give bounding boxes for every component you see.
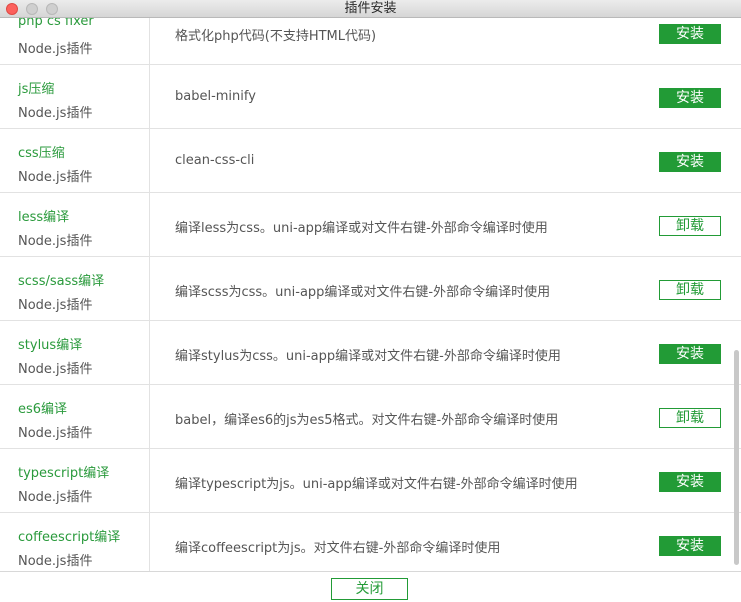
plugin-name: coffeescript编译 xyxy=(18,530,121,545)
plugin-type: Node.js插件 xyxy=(18,106,93,121)
window-titlebar: 插件安装 xyxy=(0,0,741,18)
install-button[interactable]: 安装 xyxy=(659,88,721,108)
plugin-type: Node.js插件 xyxy=(18,426,93,441)
plugin-name: es6编译 xyxy=(18,402,68,417)
plugin-info: css压缩 Node.js插件 xyxy=(0,129,150,193)
plugin-name: js压缩 xyxy=(18,82,55,97)
uninstall-button[interactable]: 卸载 xyxy=(659,408,721,428)
plugin-description: 编译typescript为js。uni-app编译或对文件右键-外部命令编译时使… xyxy=(175,477,578,492)
plugin-description: babel，编译es6的js为es5格式。对文件右键-外部命令编译时使用 xyxy=(175,413,559,428)
plugin-info: stylus编译 Node.js插件 xyxy=(0,321,150,385)
plugin-type: Node.js插件 xyxy=(18,42,93,57)
plugin-type: Node.js插件 xyxy=(18,490,93,505)
plugin-description: 编译coffeescript为js。对文件右键-外部命令编译时使用 xyxy=(175,541,501,556)
close-button[interactable]: 关闭 xyxy=(331,578,408,600)
plugin-name: php cs fixer xyxy=(18,18,94,29)
plugin-name: less编译 xyxy=(18,210,70,225)
vertical-scrollbar[interactable] xyxy=(734,350,739,565)
plugin-type: Node.js插件 xyxy=(18,362,93,377)
plugin-row: scss/sass编译 Node.js插件 编译scss为css。uni-app… xyxy=(0,257,741,321)
plugin-row: es6编译 Node.js插件 babel，编译es6的js为es5格式。对文件… xyxy=(0,385,741,449)
install-button[interactable]: 安装 xyxy=(659,344,721,364)
plugin-row: typescript编译 Node.js插件 编译typescript为js。u… xyxy=(0,449,741,513)
plugin-type: Node.js插件 xyxy=(18,170,93,185)
plugin-row: php cs fixer Node.js插件 格式化php代码(不支持HTML代… xyxy=(0,18,741,65)
dialog-footer: 关闭 xyxy=(0,571,741,602)
plugin-type: Node.js插件 xyxy=(18,234,93,249)
plugin-row: js压缩 Node.js插件 babel-minify 安装 xyxy=(0,65,741,129)
plugin-info: scss/sass编译 Node.js插件 xyxy=(0,257,150,321)
plugin-info: php cs fixer Node.js插件 xyxy=(0,18,150,65)
window-title: 插件安装 xyxy=(344,1,397,16)
plugin-description: clean-css-cli xyxy=(175,153,255,168)
plugin-type: Node.js插件 xyxy=(18,298,93,313)
plugin-info: es6编译 Node.js插件 xyxy=(0,385,150,449)
plugin-list[interactable]: php cs fixer Node.js插件 格式化php代码(不支持HTML代… xyxy=(0,18,741,571)
plugin-description: 编译stylus为css。uni-app编译或对文件右键-外部命令编译时使用 xyxy=(175,349,561,364)
uninstall-button[interactable]: 卸载 xyxy=(659,280,721,300)
plugin-name: css压缩 xyxy=(18,146,65,161)
uninstall-button[interactable]: 卸载 xyxy=(659,216,721,236)
plugin-description: 格式化php代码(不支持HTML代码) xyxy=(175,29,377,44)
plugin-description: 编译less为css。uni-app编译或对文件右键-外部命令编译时使用 xyxy=(175,221,548,236)
install-button[interactable]: 安装 xyxy=(659,152,721,172)
install-button[interactable]: 安装 xyxy=(659,536,721,556)
plugin-info: typescript编译 Node.js插件 xyxy=(0,449,150,513)
plugin-row: stylus编译 Node.js插件 编译stylus为css。uni-app编… xyxy=(0,321,741,385)
plugin-name: stylus编译 xyxy=(18,338,83,353)
plugin-info: js压缩 Node.js插件 xyxy=(0,65,150,129)
plugin-row: coffeescript编译 Node.js插件 编译coffeescript为… xyxy=(0,513,741,571)
plugin-name: typescript编译 xyxy=(18,466,110,481)
plugin-description: 编译scss为css。uni-app编译或对文件右键-外部命令编译时使用 xyxy=(175,285,551,300)
plugin-info: less编译 Node.js插件 xyxy=(0,193,150,257)
install-button[interactable]: 安装 xyxy=(659,472,721,492)
plugin-type: Node.js插件 xyxy=(18,554,93,569)
install-button[interactable]: 安装 xyxy=(659,24,721,44)
plugin-row: css压缩 Node.js插件 clean-css-cli 安装 xyxy=(0,129,741,193)
plugin-info: coffeescript编译 Node.js插件 xyxy=(0,513,150,571)
plugin-row: less编译 Node.js插件 编译less为css。uni-app编译或对文… xyxy=(0,193,741,257)
plugin-description: babel-minify xyxy=(175,89,256,104)
plugin-name: scss/sass编译 xyxy=(18,274,105,289)
